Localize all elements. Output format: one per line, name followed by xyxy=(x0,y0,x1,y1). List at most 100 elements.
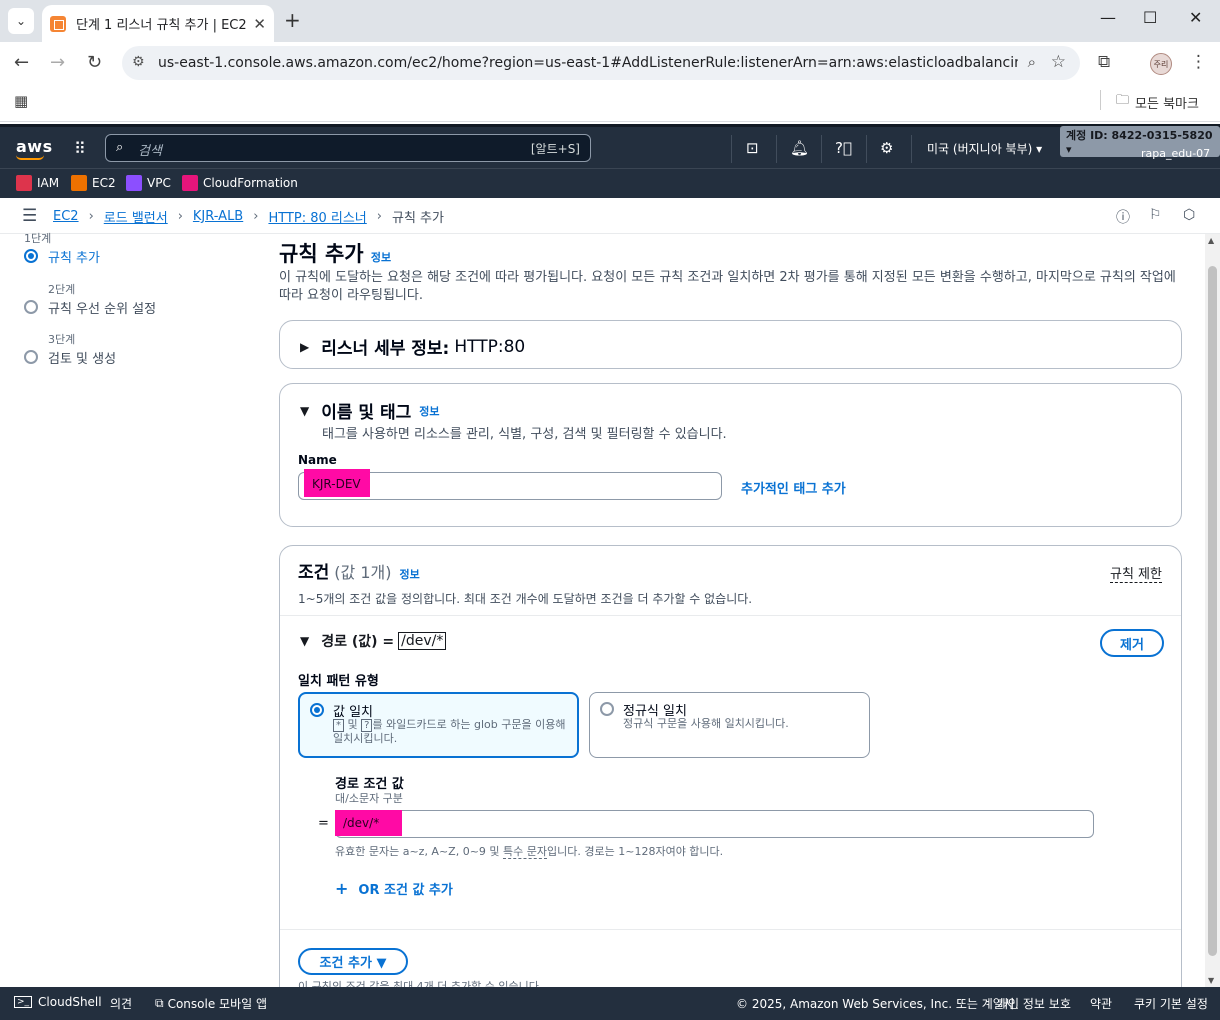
scroll-up-icon[interactable]: ▲ xyxy=(1208,236,1214,245)
aws-console-header: aws ⠿ ⌕ 검색 [알트+S] ⊡ 🔔︎ ?⃝ ⚙ 미국 (버지니아 북부)… xyxy=(0,124,1220,168)
favorite-service-cloudformation[interactable]: CloudFormation xyxy=(182,175,298,191)
tab-close-icon[interactable]: ✕ xyxy=(253,15,266,33)
name-tag-value[interactable]: KJR-DEV xyxy=(304,469,370,497)
region-selector[interactable]: 미국 (버지니아 북부) ▾ xyxy=(927,140,1042,157)
reload-icon[interactable]: ↻ xyxy=(87,52,102,73)
nav-divider xyxy=(821,135,822,163)
favorite-service-ec2[interactable]: EC2 xyxy=(71,175,116,191)
footer-cookies[interactable]: 쿠키 기본 설정 xyxy=(1134,995,1208,1012)
add-or-value-button[interactable]: + OR 조건 값 추가 xyxy=(335,879,453,898)
footer-mobile-app-label: Console 모바일 앱 xyxy=(167,997,268,1011)
step-3-label[interactable]: 검토 및 생성 xyxy=(48,348,116,367)
step-3-indicator-icon xyxy=(24,350,38,364)
footer-feedback[interactable]: 의견 xyxy=(110,995,132,1012)
breadcrumb-ec2[interactable]: EC2 xyxy=(53,209,79,224)
add-more-conditions-hint: 이 규칙의 조건 값을 최대 4개 더 추가할 수 있습니다. xyxy=(298,980,543,987)
add-condition-button[interactable]: 조건 추가 ▼ xyxy=(298,948,408,975)
browser-tab-active[interactable]: 단계 1 리스너 규칙 추가 | EC2 ✕ xyxy=(42,5,274,42)
notifications-bell-icon[interactable]: 🔔︎ xyxy=(790,139,809,157)
console-footer: >_ CloudShell 의견 ⧉ Console 모바일 앱 © 2025,… xyxy=(0,987,1220,1020)
page-info-link[interactable]: 정보 xyxy=(371,251,391,264)
new-tab-plus-icon[interactable]: + xyxy=(284,8,301,32)
step-3-number: 3단계 xyxy=(48,333,76,346)
mobile-app-icon: ⧉ xyxy=(155,996,164,1010)
help-question-icon[interactable]: ?⃝ xyxy=(835,139,852,157)
all-bookmarks-folder[interactable]: 🗀 모든 북마크 xyxy=(1116,91,1199,113)
settings-hex-icon[interactable]: ⬡ xyxy=(1183,207,1195,223)
name-tags-description: 태그를 사용하면 리소스를 관리, 식별, 구성, 검색 및 필터링할 수 있습… xyxy=(322,427,727,442)
chevron-right-icon: › xyxy=(177,209,183,224)
favorite-service-iam[interactable]: IAM xyxy=(16,175,59,191)
breadcrumb-kjr-alb[interactable]: KJR-ALB xyxy=(193,209,243,224)
nav-divider xyxy=(776,135,777,163)
scrollbar-thumb[interactable] xyxy=(1208,266,1217,956)
conditions-card: 조건 (값 1개) 정보 규칙 제한 1~5개의 조건 값을 정의합니다. 최대… xyxy=(279,545,1182,1005)
iam-service-icon xyxy=(16,175,32,191)
browser-menu-kebab-icon[interactable]: ⋮ xyxy=(1190,52,1207,72)
back-arrow-icon[interactable]: ← xyxy=(14,52,29,73)
service-label: VPC xyxy=(147,176,171,190)
settings-gear-icon[interactable]: ⚙ xyxy=(880,139,893,157)
tile-value-match-desc: * 및 ? 를 와일드카드로 하는 glob 구문을 이용해 일치시킵니다. xyxy=(333,718,571,746)
scroll-down-icon[interactable]: ▼ xyxy=(1208,976,1214,985)
path-value-text[interactable]: /dev/* xyxy=(335,810,402,836)
footer-terms[interactable]: 약관 xyxy=(1090,995,1112,1012)
bookmarks-bar xyxy=(0,84,1220,122)
maximize-icon[interactable]: ☐ xyxy=(1143,8,1157,27)
nav-divider xyxy=(911,135,912,163)
window-close-icon[interactable]: ✕ xyxy=(1189,8,1202,27)
radio-selected-icon[interactable] xyxy=(310,703,324,717)
aws-logo[interactable]: aws xyxy=(16,137,53,156)
name-tags-header[interactable]: ▼ 이름 및 태그 정보 xyxy=(300,398,440,423)
special-characters-link[interactable]: 특수 문자 xyxy=(503,845,548,859)
path-value-hint: 유효한 문자는 a~z, A~Z, 0~9 및 특수 문자입니다. 경로는 1~… xyxy=(335,843,723,859)
info-circle-icon[interactable]: ⓘ xyxy=(1116,207,1130,227)
listener-details-card[interactable]: ▶ 리스너 세부 정보: HTTP:80 xyxy=(279,320,1182,369)
breadcrumb-load-balancers[interactable]: 로드 밸런서 xyxy=(104,207,168,226)
site-settings-icon[interactable]: ⚙ xyxy=(132,54,145,70)
bookmark-star-icon[interactable]: ☆ xyxy=(1051,52,1066,72)
minimize-icon[interactable]: — xyxy=(1100,8,1116,27)
add-or-value-label: OR 조건 값 추가 xyxy=(358,883,453,898)
wildcard-question-key: ? xyxy=(361,719,373,732)
path-condition-header[interactable]: ▼ 경로 (값) = /dev/* xyxy=(300,631,447,651)
aws-search-input[interactable]: ⌕ 검색 [알트+S] xyxy=(105,134,591,162)
conditions-info-link[interactable]: 정보 xyxy=(399,566,419,582)
remove-condition-button[interactable]: 제거 xyxy=(1100,629,1164,657)
side-nav-menu-icon[interactable]: ☰ xyxy=(22,206,37,226)
services-grid-icon[interactable]: ⠿ xyxy=(74,139,86,158)
breadcrumb-current: 규칙 추가 xyxy=(391,211,444,226)
path-value-input[interactable] xyxy=(335,810,1094,838)
url-text[interactable]: us-east-1.console.aws.amazon.com/ec2/hom… xyxy=(158,55,1018,71)
user-name[interactable]: rapa_edu-07 xyxy=(1141,147,1210,160)
step-1-label[interactable]: 규칙 추가 xyxy=(48,247,100,266)
path-condition-title: 경로 (값) = xyxy=(321,634,395,650)
tile-value-match[interactable]: 값 일치 * 및 ? 를 와일드카드로 하는 glob 구문을 이용해 일치시킵니… xyxy=(298,692,579,758)
url-omnibox[interactable]: ⚙ us-east-1.console.aws.amazon.com/ec2/h… xyxy=(122,46,1080,80)
tile-regex-match[interactable]: 정규식 일치 정규식 구문을 사용해 일치시킵니다. xyxy=(589,692,870,758)
footer-privacy[interactable]: 개인 정보 보호 xyxy=(997,995,1071,1012)
add-additional-tag-link[interactable]: 추가적인 태그 추가 xyxy=(741,478,846,497)
search-icon: ⌕ xyxy=(116,140,124,155)
chevron-right-icon: › xyxy=(253,209,259,224)
cloudshell-icon[interactable]: ⊡ xyxy=(746,139,759,157)
footer-cloudshell[interactable]: >_ CloudShell xyxy=(14,995,102,1009)
bookmarks-divider xyxy=(1100,90,1101,110)
listener-details-header[interactable]: ▶ 리스너 세부 정보: HTTP:80 xyxy=(300,334,525,360)
breadcrumb-http-listener[interactable]: HTTP: 80 리스너 xyxy=(268,207,366,226)
feedback-icon[interactable]: ⚐ xyxy=(1149,207,1162,223)
profile-avatar[interactable]: 주리 xyxy=(1150,53,1172,75)
page-scrollbar[interactable]: ▲ ▼ xyxy=(1205,234,1220,987)
name-tags-info-link[interactable]: 정보 xyxy=(419,403,439,419)
caret-down-icon: ▼ xyxy=(300,403,310,418)
tab-search-chevron-icon[interactable]: ⌄ xyxy=(8,8,34,34)
step-2-label[interactable]: 규칙 우선 순위 설정 xyxy=(48,298,156,317)
forward-arrow-icon[interactable]: → xyxy=(50,52,65,73)
footer-mobile-app[interactable]: ⧉ Console 모바일 앱 xyxy=(155,995,267,1012)
rule-limits-link[interactable]: 규칙 제한 xyxy=(1110,563,1162,583)
apps-grid-icon[interactable]: ▦ xyxy=(14,92,28,110)
zoom-magnifier-icon[interactable]: ⌕ xyxy=(1028,53,1036,71)
radio-unselected-icon[interactable] xyxy=(600,702,614,716)
favorite-service-vpc[interactable]: VPC xyxy=(126,175,171,191)
extensions-puzzle-icon[interactable]: ⧉ xyxy=(1098,52,1110,72)
